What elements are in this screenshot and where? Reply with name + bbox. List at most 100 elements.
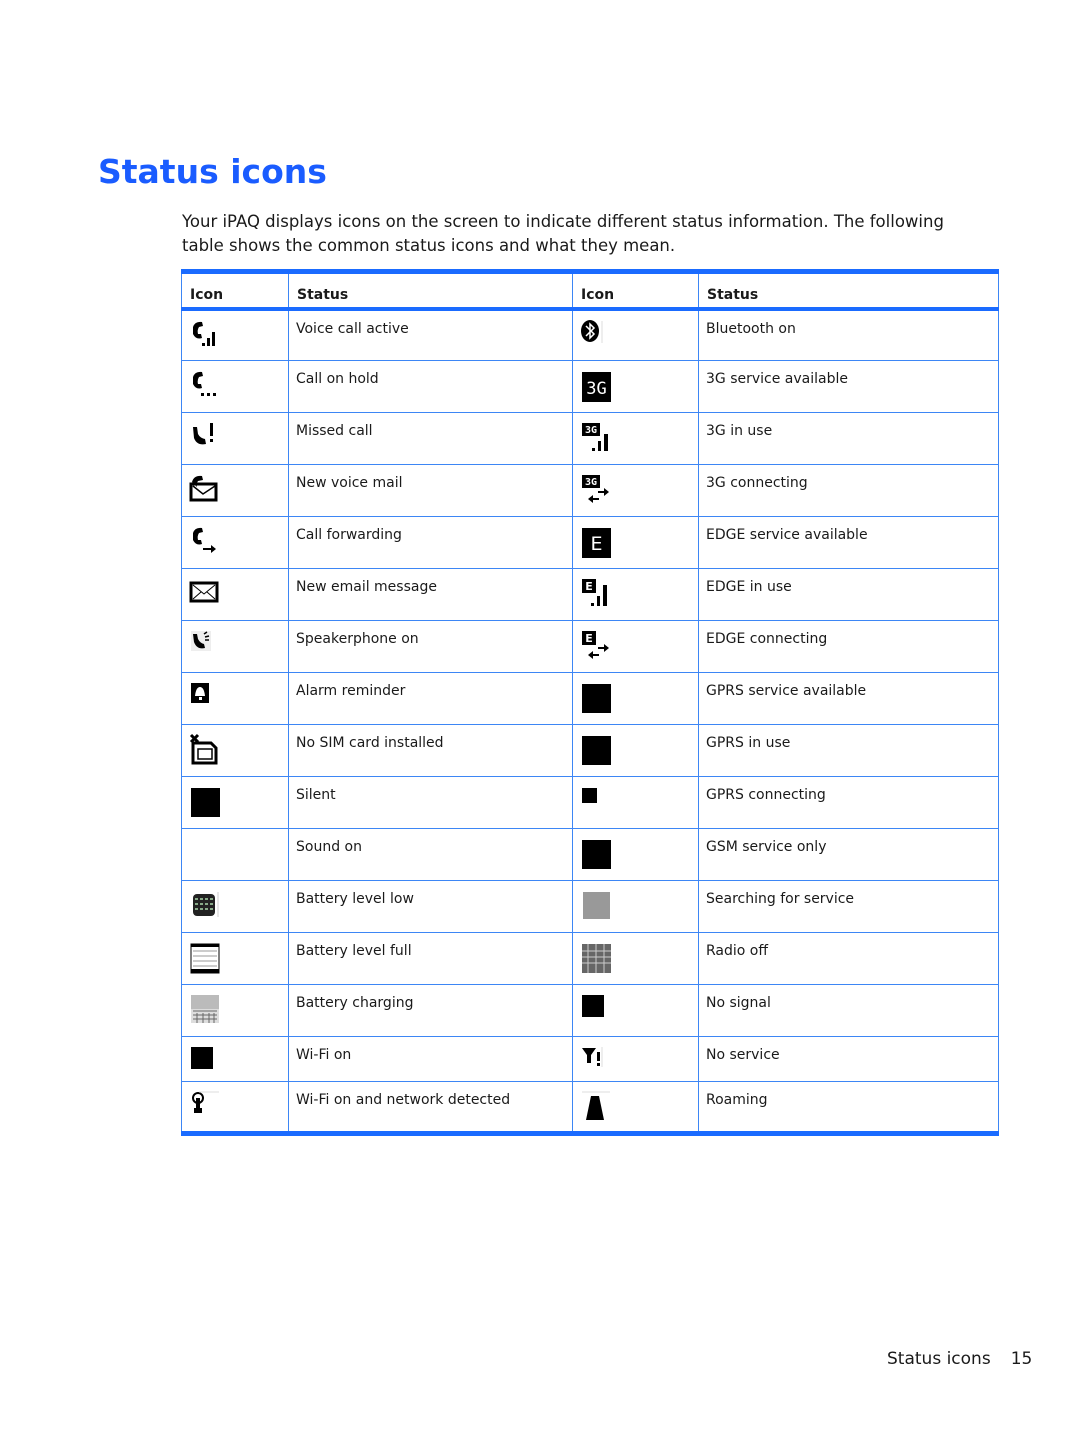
icon-cell: E [572, 568, 699, 621]
wifi-network-icon [189, 1090, 219, 1122]
icon-cell [572, 1081, 699, 1134]
3g-icon: 3G [580, 369, 611, 402]
icon-cell [181, 672, 289, 725]
icon-cell: 3G [572, 412, 699, 465]
svg-text:3G: 3G [586, 379, 606, 399]
3g-in-use-icon: 3G [580, 421, 610, 453]
table-header-row: Icon Status Icon Status [181, 271, 999, 311]
status-cell: Silent [288, 776, 573, 829]
status-cell: Battery level full [288, 932, 573, 985]
status-cell: Battery charging [288, 984, 573, 1037]
icon-cell [181, 620, 289, 673]
edge-in-use-icon: E [580, 577, 610, 609]
table-row: Battery level full Radio off [181, 932, 999, 985]
icon-cell: E [572, 620, 699, 673]
status-cell: GSM service only [698, 828, 999, 881]
table-row: Call forwarding E EDGE service available [181, 516, 999, 569]
svg-text:E: E [585, 632, 593, 645]
gprs-connecting-icon [580, 785, 610, 817]
edge-icon: E [580, 525, 611, 558]
table-row: Speakerphone on E EDGE connecting [181, 620, 999, 673]
icon-cell [572, 932, 699, 985]
status-cell: Sound on [288, 828, 573, 881]
header-icon: Icon [572, 271, 699, 311]
searching-icon [580, 889, 610, 921]
icon-cell [181, 464, 289, 517]
icon-cell: 3G [572, 464, 699, 517]
header-status: Status [698, 271, 999, 311]
status-cell: Battery level low [288, 880, 573, 933]
icon-cell [181, 308, 289, 361]
gprs-icon [580, 681, 611, 713]
table-row: Wi-Fi on No service [181, 1036, 999, 1082]
gprs-in-use-icon [580, 733, 611, 765]
roaming-icon [580, 1090, 610, 1122]
page-footer: Status icons 15 [887, 1349, 1032, 1369]
icon-cell: 3G [572, 360, 699, 413]
icon-cell [181, 932, 289, 985]
icon-cell [181, 516, 289, 569]
battery-low-icon [189, 889, 219, 921]
voice-mail-icon [189, 473, 219, 505]
icon-cell [572, 984, 699, 1037]
status-cell: GPRS connecting [698, 776, 999, 829]
status-cell: Alarm reminder [288, 672, 573, 725]
table-row: Silent GPRS connecting [181, 776, 999, 829]
status-cell: Missed call [288, 412, 573, 465]
status-cell: Radio off [698, 932, 999, 985]
status-cell: 3G service available [698, 360, 999, 413]
status-cell: Voice call active [288, 308, 573, 361]
speakerphone-icon [189, 629, 219, 661]
icon-cell [572, 308, 699, 361]
status-cell: Speakerphone on [288, 620, 573, 673]
wifi-on-icon [189, 1045, 219, 1077]
no-sim-icon [189, 733, 219, 765]
battery-charging-icon [189, 993, 219, 1025]
table-row: Missed call 3G 3G in use [181, 412, 999, 465]
header-status: Status [288, 271, 573, 311]
svg-text:3G: 3G [585, 477, 597, 488]
svg-text:3G: 3G [585, 425, 597, 436]
silent-icon [189, 785, 220, 817]
status-cell: New email message [288, 568, 573, 621]
table-row: Battery level low Searching for service [181, 880, 999, 933]
icon-cell [572, 672, 699, 725]
status-cell: Call on hold [288, 360, 573, 413]
page-title: Status icons [98, 152, 327, 191]
icon-cell [181, 776, 289, 829]
sound-on-icon [189, 837, 219, 869]
status-cell: 3G in use [698, 412, 999, 465]
icon-cell [181, 1036, 289, 1082]
table-row: Sound on GSM service only [181, 828, 999, 881]
icon-cell [181, 360, 289, 413]
icon-cell [572, 1036, 699, 1082]
no-service-icon [580, 1045, 610, 1077]
table-row: Voice call active Bluetooth on [181, 308, 999, 361]
icon-cell [181, 984, 289, 1037]
icon-cell [181, 412, 289, 465]
table-row: Call on hold 3G 3G service available [181, 360, 999, 413]
table-row: New email message E EDGE in use [181, 568, 999, 621]
page-number: 15 [1010, 1349, 1033, 1369]
icon-cell [181, 1081, 289, 1134]
svg-text:E: E [585, 580, 593, 593]
icon-cell [572, 776, 699, 829]
svg-text:E: E [590, 533, 602, 555]
intro-paragraph: Your iPAQ displays icons on the screen t… [182, 212, 944, 255]
status-cell: Wi-Fi on and network detected [288, 1081, 573, 1134]
status-cell: GPRS service available [698, 672, 999, 725]
email-icon [189, 577, 219, 609]
edge-connecting-icon: E [580, 629, 610, 661]
status-cell: No service [698, 1036, 999, 1082]
voice-call-active-icon [189, 319, 219, 351]
call-on-hold-icon [189, 369, 219, 401]
icon-cell [181, 568, 289, 621]
3g-connecting-icon: 3G [580, 473, 610, 505]
bluetooth-icon [580, 319, 610, 351]
call-forwarding-icon [189, 525, 219, 557]
missed-call-icon [189, 421, 219, 453]
status-cell: Roaming [698, 1081, 999, 1134]
table-row: New voice mail 3G 3G connecting [181, 464, 999, 517]
icon-cell [572, 724, 699, 777]
header-icon: Icon [181, 271, 289, 311]
